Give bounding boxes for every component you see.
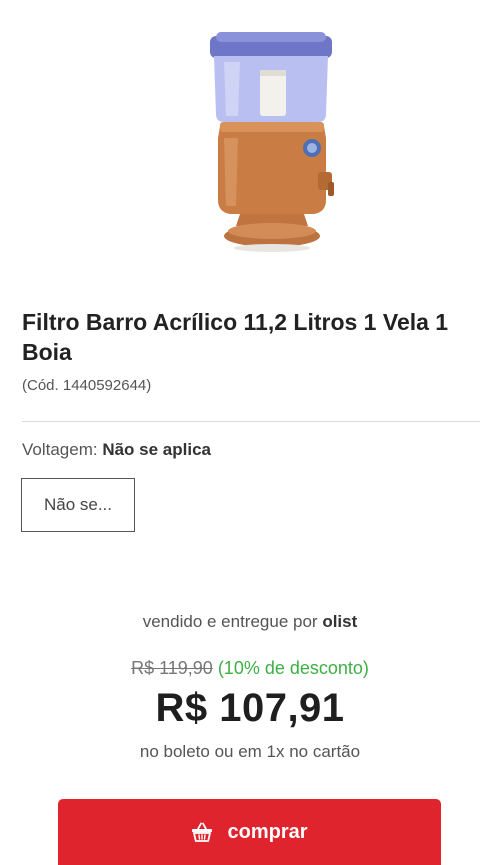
product-page: Filtro Barro Acrílico 11,2 Litros 1 Vela… (0, 0, 500, 865)
variation-selected-value: Não se aplica (102, 440, 211, 459)
product-title: Filtro Barro Acrílico 11,2 Litros 1 Vela… (22, 309, 449, 365)
water-filter-image (210, 32, 334, 252)
variation-label: Voltagem: Não se aplica (22, 440, 211, 460)
voltage-option-label: Não se... (43, 495, 113, 514)
product-code: (Cód. 1440592644) (22, 377, 152, 394)
current-price: R$ 107,91 (155, 686, 345, 730)
price-original-line: R$ 119,90 (10% de desconto) (0, 658, 500, 679)
divider (22, 421, 480, 422)
payment-note: no boleto ou em 1x no cartão (139, 742, 361, 761)
old-price: R$ 119,90 (131, 658, 213, 678)
basket-icon (191, 822, 213, 842)
variation-label-text: Voltagem: (22, 440, 103, 459)
voltage-option-button[interactable]: Não se... (21, 478, 135, 532)
buy-button[interactable]: comprar (58, 799, 441, 865)
discount-badge: (10% de desconto) (212, 658, 369, 678)
buy-button-label: comprar (227, 820, 308, 843)
seller-prefix: vendido e entregue por (142, 612, 323, 631)
seller-name: olist (322, 612, 358, 631)
seller-info: vendido e entregue por olist (0, 612, 500, 632)
